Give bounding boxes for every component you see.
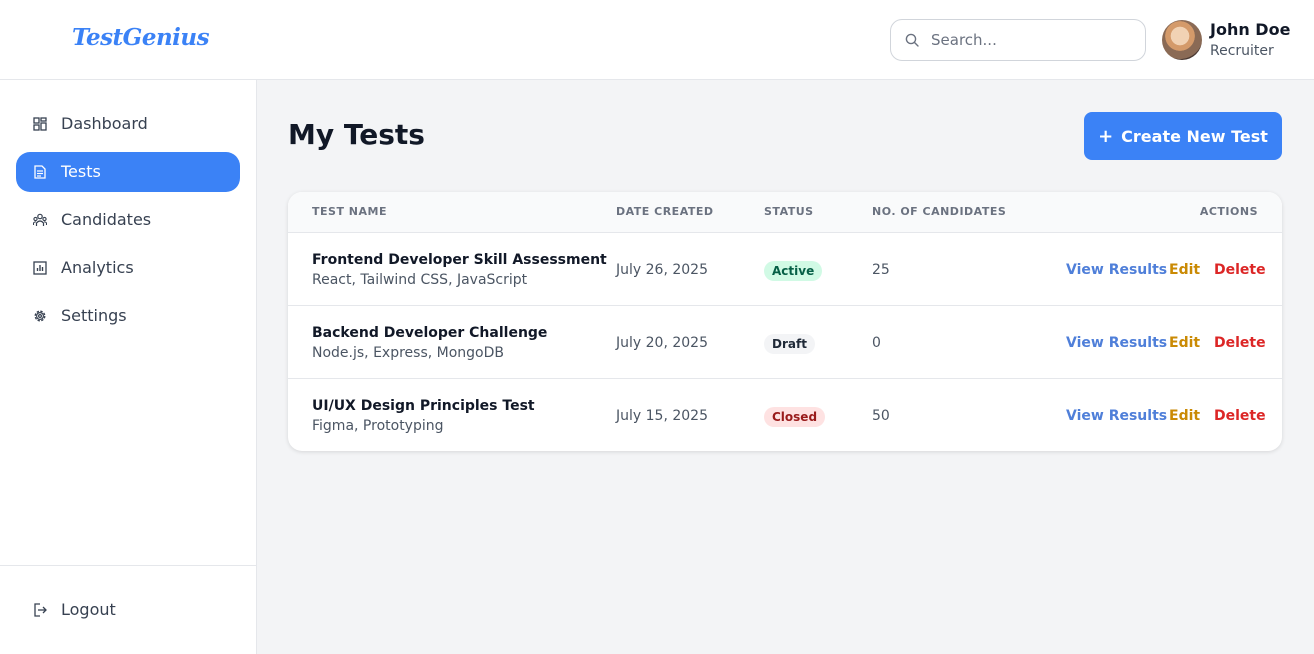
test-name: UI/UX Design Principles Test	[312, 398, 535, 414]
status-badge: Draft	[764, 334, 815, 354]
sidebar-item-label: Tests	[61, 162, 101, 181]
date-created: July 20, 2025	[616, 335, 708, 351]
candidate-count: 25	[872, 262, 890, 278]
avatar[interactable]	[1162, 20, 1202, 60]
search-input[interactable]	[931, 20, 1131, 60]
view-results-link[interactable]: View Results	[1066, 262, 1167, 278]
edit-link[interactable]: Edit	[1169, 262, 1200, 278]
delete-link[interactable]: Delete	[1214, 408, 1266, 424]
user-role: Recruiter	[1210, 43, 1274, 59]
candidate-count: 50	[872, 408, 890, 424]
column-header-date-created: DATE CREATED	[616, 205, 714, 218]
candidate-count: 0	[872, 335, 881, 351]
document-icon	[34, 165, 46, 179]
column-header-candidates: NO. OF CANDIDATES	[872, 205, 1007, 218]
delete-link[interactable]: Delete	[1214, 335, 1266, 351]
view-results-link[interactable]: View Results	[1066, 335, 1167, 351]
gear-icon	[34, 310, 46, 322]
table-row: Backend Developer Challenge Node.js, Exp…	[288, 306, 1282, 379]
column-header-status: STATUS	[764, 205, 814, 218]
dashboard-icon	[33, 117, 47, 131]
logout-icon	[34, 603, 47, 617]
status-badge: Closed	[764, 407, 826, 427]
tests-table: TEST NAME DATE CREATED STATUS NO. OF CAN…	[288, 192, 1282, 451]
sidebar-item-tests[interactable]: Tests	[16, 152, 240, 192]
column-header-test-name: TEST NAME	[312, 205, 387, 218]
edit-link[interactable]: Edit	[1169, 335, 1200, 351]
view-results-link[interactable]: View Results	[1066, 408, 1167, 424]
date-created: July 26, 2025	[616, 262, 708, 278]
table-row: UI/UX Design Principles Test Figma, Prot…	[288, 379, 1282, 451]
sidebar-item-label: Settings	[61, 306, 127, 325]
sidebar-item-label: Dashboard	[61, 114, 148, 133]
table-row: Frontend Developer Skill Assessment Reac…	[288, 233, 1282, 306]
sidebar-divider	[0, 565, 256, 566]
create-new-test-label: Create New Test	[1121, 126, 1268, 146]
create-new-test-button[interactable]: + Create New Test	[1084, 112, 1282, 160]
search-icon	[905, 33, 919, 47]
sidebar-item-dashboard[interactable]: Dashboard	[16, 104, 240, 144]
sidebar-item-analytics[interactable]: Analytics	[16, 248, 240, 288]
test-skills: React, Tailwind CSS, JavaScript	[312, 272, 528, 288]
sidebar: Dashboard Tests Candidates Analytics Set…	[0, 80, 257, 654]
plus-icon: +	[1098, 125, 1114, 147]
test-skills: Figma, Prototyping	[312, 418, 444, 434]
test-name: Frontend Developer Skill Assessment	[312, 252, 607, 268]
users-icon	[33, 213, 47, 226]
search-box[interactable]	[890, 19, 1146, 61]
test-skills: Node.js, Express, MongoDB	[312, 345, 504, 361]
date-created: July 15, 2025	[616, 408, 708, 424]
app-logo[interactable]: TestGenius	[72, 24, 210, 51]
sidebar-item-candidates[interactable]: Candidates	[16, 200, 240, 240]
table-header: TEST NAME DATE CREATED STATUS NO. OF CAN…	[288, 192, 1282, 233]
user-name: John Doe	[1210, 20, 1291, 39]
edit-link[interactable]: Edit	[1169, 408, 1200, 424]
top-header: TestGenius John Doe Recruiter	[0, 0, 1314, 80]
test-name: Backend Developer Challenge	[312, 325, 548, 341]
sidebar-item-label: Candidates	[61, 210, 152, 229]
logout-label: Logout	[61, 600, 116, 619]
logout-button[interactable]: Logout	[16, 590, 240, 630]
page-title: My Tests	[288, 118, 425, 151]
sidebar-item-label: Analytics	[61, 258, 134, 277]
sidebar-item-settings[interactable]: Settings	[16, 296, 240, 336]
column-header-actions: ACTIONS	[1199, 205, 1258, 218]
chart-icon	[33, 261, 47, 275]
delete-link[interactable]: Delete	[1214, 262, 1266, 278]
status-badge: Active	[764, 261, 823, 281]
